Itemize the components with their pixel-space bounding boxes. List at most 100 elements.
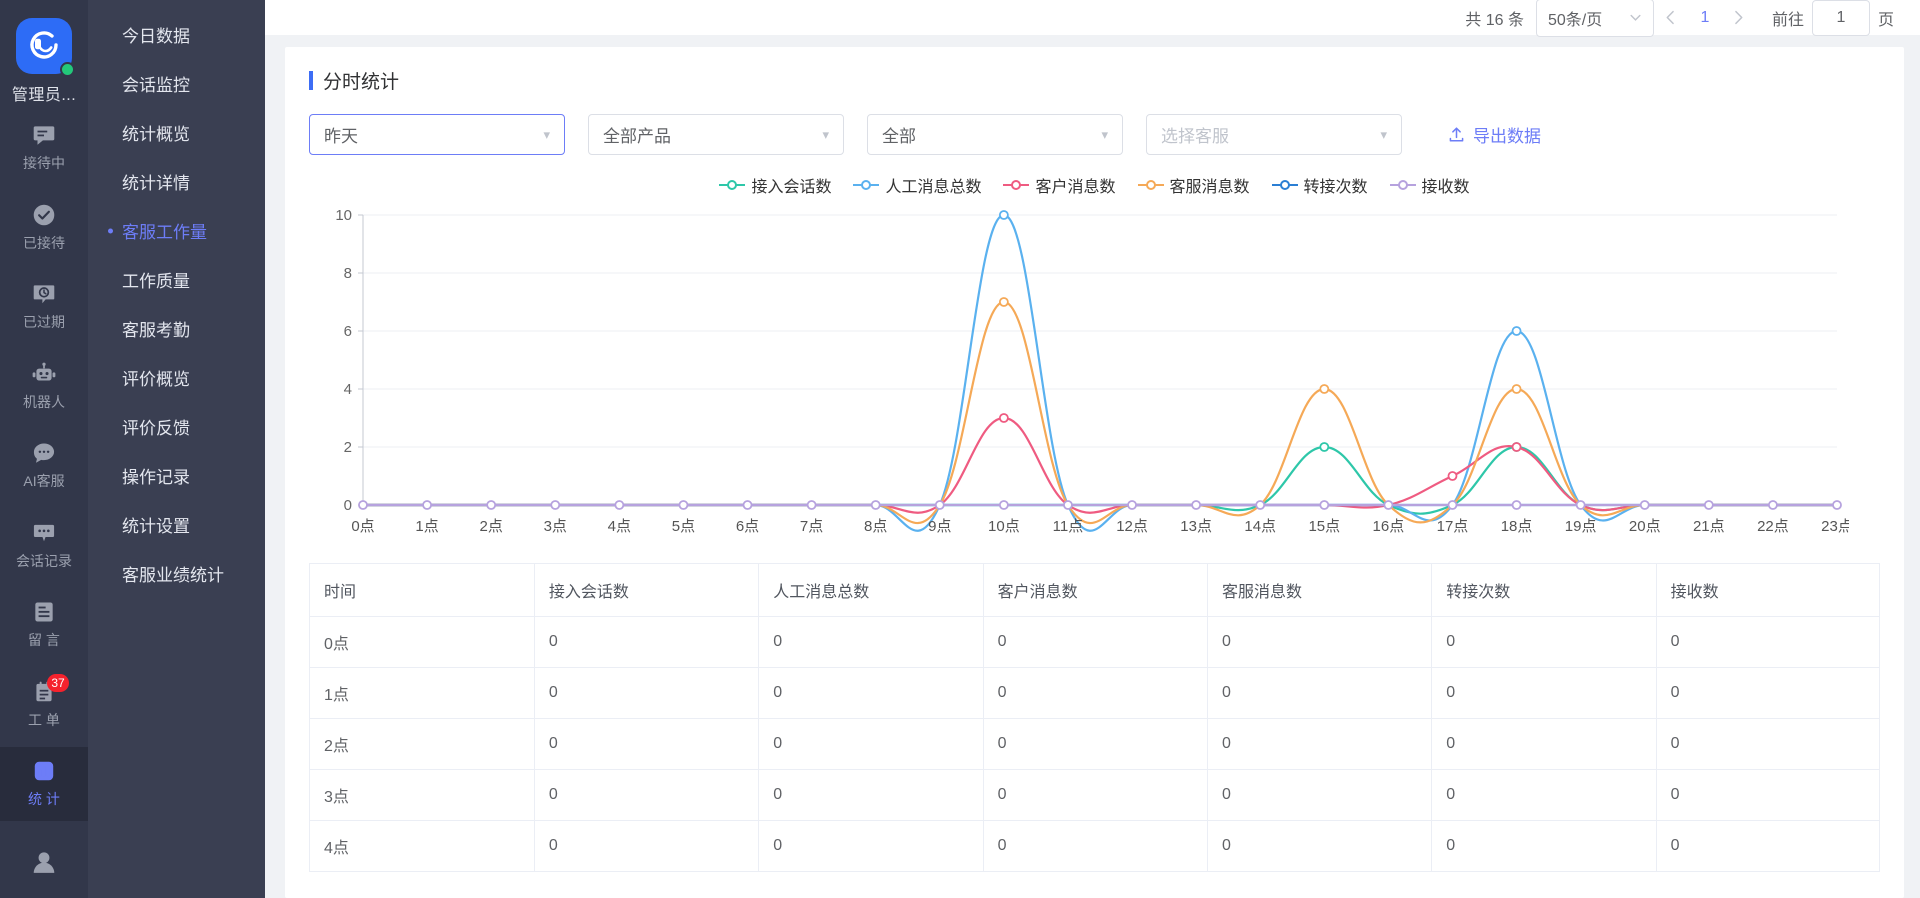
menu-item-work-quality[interactable]: 工作质量 (88, 255, 265, 304)
menu-item-operation-log[interactable]: 操作记录 (88, 451, 265, 500)
x-axis-label: 22点 (1757, 518, 1789, 535)
column-header-customer-messages: 客户消息数 (983, 564, 1208, 617)
export-data-label: 导出数据 (1473, 127, 1541, 146)
rail-item-label: 接待中 (23, 155, 65, 172)
rail-item-label: 留 言 (28, 632, 60, 649)
menu-item-label: 客服工作量 (122, 223, 207, 242)
rail-item-messages[interactable]: 留 言 (0, 588, 88, 662)
app-root: 管理员... 接待中 已接待 已过期 机器人 AI客服 会话记录 留 言 37 … (0, 0, 1920, 898)
legend-item-customer-messages[interactable]: 客户消息数 (1003, 173, 1116, 197)
rail-item-received[interactable]: 已接待 (0, 191, 88, 265)
legend-label: 接收数 (1421, 179, 1470, 196)
pagination-jump-input[interactable] (1811, 0, 1870, 36)
pagination-jump-suffix: 页 (1877, 11, 1894, 29)
table-header-row: 时间 接入会话数 人工消息总数 客户消息数 客服消息数 转接次数 接收数 (310, 564, 1879, 617)
online-status-dot (60, 62, 75, 77)
pagination-next-button[interactable] (1722, 1, 1756, 35)
table-cell: 0 (983, 667, 1208, 719)
menu-item-today-data[interactable]: 今日数据 (88, 10, 265, 59)
menu-item-agent-workload[interactable]: 客服工作量 (88, 206, 265, 255)
scope-value: 全部 (882, 127, 916, 146)
table-cell: 0 (758, 616, 984, 668)
pagination-page-1[interactable]: 1 (1688, 1, 1722, 35)
chat-logo-icon (30, 31, 58, 59)
product-value: 全部产品 (603, 127, 671, 146)
legend-item-accepted-sessions[interactable]: 接入会话数 (719, 173, 831, 197)
table-row: 3点 0 0 0 0 0 0 (310, 769, 1879, 821)
menu-item-label: 客服业绩统计 (122, 566, 224, 585)
legend-item-agent-messages[interactable]: 客服消息数 (1137, 173, 1250, 197)
x-axis-label: 10点 (988, 518, 1020, 535)
scope-select[interactable]: 全部 ▾ (867, 114, 1123, 155)
avatar[interactable] (16, 18, 75, 77)
table-cell: 0 (983, 820, 1208, 872)
product-select[interactable]: 全部产品 ▾ (588, 114, 844, 155)
chart-canvas: 0 2 4 6 8 10 0点 1点 2点 3点 4点 5点 6点 7点 8点 9点 10点 11点 12点 13点 1… (335, 207, 1849, 535)
menu-item-agent-attendance[interactable]: 客服考勤 (88, 304, 265, 353)
chart-line-0 (361, 445, 1839, 515)
data-point (1447, 471, 1458, 481)
y-axis-label: 4 (344, 381, 352, 398)
pagination-jump-prefix: 前往 (1771, 11, 1804, 29)
hourly-line-chart: 接入会话数 人工消息总数 客户消息数 客服消息数 转接次数 接收数 0 2 4 … (309, 173, 1880, 547)
data-point (742, 500, 753, 510)
check-circle-icon (33, 204, 55, 226)
content-area: 分时统计 昨天 ▾ 全部产品 ▾ 全部 ▾ 选择客服 ▾ 导出数据 接入会话数 … (265, 35, 1920, 898)
rail-item-expired[interactable]: 已过期 (0, 270, 88, 344)
x-axis-label: 6点 (736, 518, 759, 535)
rail-item-robot[interactable]: 机器人 (0, 350, 88, 424)
y-axis-label: 10 (335, 207, 352, 224)
menu-item-agent-performance[interactable]: 客服业绩统计 (88, 549, 265, 598)
table-cell: 0点 (310, 616, 535, 668)
x-axis-label: 3点 (544, 518, 567, 535)
main-area: 共 16 条 50条/页 1 前往 页 分时统计 (265, 0, 1920, 898)
rail-item-label: 统 计 (28, 791, 60, 808)
y-axis-label: 8 (344, 265, 352, 282)
data-point (1447, 500, 1458, 510)
page-size-select[interactable]: 50条/页 (1535, 0, 1654, 37)
menu-item-stats-settings[interactable]: 统计设置 (88, 500, 265, 549)
legend-item-manual-messages[interactable]: 人工消息总数 (853, 173, 981, 197)
menu-item-label: 评价概览 (122, 370, 190, 389)
rail-item-ai-service[interactable]: AI客服 (0, 429, 88, 503)
table-cell: 0 (534, 769, 760, 821)
chevron-down-icon: ▾ (822, 126, 829, 142)
agent-select[interactable]: 选择客服 ▾ (1146, 114, 1402, 155)
data-point (1255, 500, 1266, 510)
pagination-prev-button[interactable] (1654, 1, 1688, 35)
panel-title-text: 分时统计 (323, 72, 400, 93)
rail-item-session-history[interactable]: 会话记录 (0, 509, 88, 583)
legend-item-transfers[interactable]: 转接次数 (1271, 173, 1368, 197)
ticket-badge: 37 (47, 673, 69, 692)
menu-item-rating-feedback[interactable]: 评价反馈 (88, 402, 265, 451)
legend-marker-icon (1003, 180, 1030, 190)
chat-bubble-icon (33, 126, 55, 145)
x-axis-label: 11点 (1053, 518, 1084, 535)
date-range-select[interactable]: 昨天 ▾ (309, 114, 565, 155)
rail-item-receiving[interactable]: 接待中 (0, 111, 88, 185)
rail-item-tickets[interactable]: 37 工 单 (0, 668, 88, 742)
x-axis-label: 14点 (1244, 518, 1276, 535)
rail-item-profile[interactable] (0, 825, 88, 898)
menu-item-stats-detail[interactable]: 统计详情 (88, 157, 265, 206)
legend-item-received[interactable]: 接收数 (1389, 173, 1470, 197)
rail-item-label: 会话记录 (16, 552, 72, 569)
legend-marker-icon (1137, 180, 1164, 190)
hourly-stats-card: 分时统计 昨天 ▾ 全部产品 ▾ 全部 ▾ 选择客服 ▾ 导出数据 接入会话数 … (285, 47, 1904, 898)
menu-item-label: 统计详情 (122, 174, 190, 193)
rail-item-statistics[interactable]: 统 计 (0, 747, 88, 821)
data-point (358, 500, 368, 510)
menu-item-stats-overview[interactable]: 统计概览 (88, 108, 265, 157)
x-axis-label: 23点 (1821, 518, 1849, 535)
x-axis-label: 2点 (480, 518, 503, 535)
data-point (998, 210, 1009, 220)
chevron-down-icon: ▾ (543, 126, 550, 142)
table-cell: 4点 (310, 820, 535, 872)
menu-item-session-monitor[interactable]: 会话监控 (88, 59, 265, 108)
export-data-button[interactable]: 导出数据 (1447, 122, 1541, 147)
table-cell: 0 (758, 769, 984, 821)
hourly-stats-table: 时间 接入会话数 人工消息总数 客户消息数 客服消息数 转接次数 接收数 0点 0… (309, 563, 1880, 872)
data-point (678, 500, 689, 510)
table-cell: 0 (1207, 616, 1433, 668)
menu-item-rating-overview[interactable]: 评价概览 (88, 353, 265, 402)
